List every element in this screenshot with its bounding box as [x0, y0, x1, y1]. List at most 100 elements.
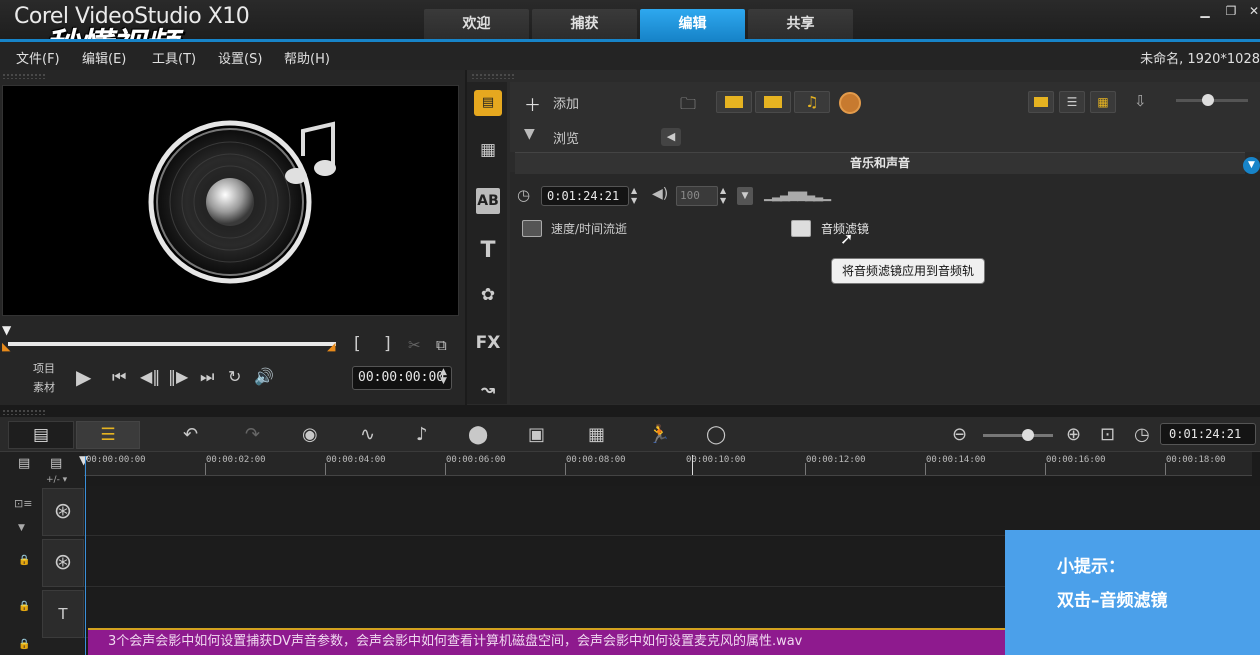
sound-library-icon[interactable]: [839, 92, 861, 114]
collapse-panel-icon[interactable]: ◀: [661, 128, 681, 146]
media-icon[interactable]: ▤: [474, 90, 502, 116]
show-audio-button[interactable]: ♫: [794, 91, 830, 113]
library-grip[interactable]: [471, 73, 515, 79]
volume-icon[interactable]: 🔊: [254, 367, 274, 386]
auto-music-icon[interactable]: ♪: [416, 424, 428, 445]
browse-icon[interactable]: ▼: [524, 126, 535, 142]
timeline-view-icon[interactable]: ☰: [76, 421, 140, 449]
panel-grip[interactable]: [2, 73, 46, 79]
panel-divider[interactable]: [0, 405, 1260, 417]
fade-in-icon[interactable]: ▁▂▃▅: [764, 187, 798, 202]
add-icon[interactable]: ＋: [524, 91, 541, 116]
thumbnail-size-handle[interactable]: [1202, 94, 1214, 106]
timeline-playhead[interactable]: [85, 456, 86, 655]
video-track-icon[interactable]: ⊛: [42, 488, 84, 536]
sort-icon[interactable]: ⇩: [1134, 92, 1147, 110]
player-timecode[interactable]: 00:00:00:00: [352, 366, 452, 390]
video-track[interactable]: [84, 486, 1260, 536]
time-remapping-icon[interactable]: 🏃: [648, 424, 670, 445]
mode-project-label[interactable]: 项目: [33, 360, 55, 376]
undo-icon[interactable]: ↶: [183, 424, 198, 445]
graphic-icon[interactable]: ✿: [474, 285, 502, 311]
close-icon[interactable]: ✕: [1245, 4, 1260, 18]
multi-camera-icon[interactable]: ▦: [588, 424, 605, 445]
volume-field[interactable]: 100: [676, 186, 718, 206]
tab-share[interactable]: 共享: [748, 9, 853, 40]
trim-start-marker[interactable]: ◣: [2, 340, 10, 353]
instant-project-icon[interactable]: ▦: [474, 140, 502, 166]
scrubber-handle[interactable]: ▼: [2, 323, 14, 337]
tab-edit[interactable]: 编辑: [640, 9, 745, 40]
grid-view-icon[interactable]: ▦: [1090, 91, 1116, 113]
zoom-out-icon[interactable]: ⊖: [952, 424, 967, 445]
audio-clip[interactable]: 3个会声会影中如何设置捕获DV声音参数，会声会影中如何查看计算机磁盘空间，会声会…: [88, 628, 1018, 655]
title-track-icon[interactable]: T: [42, 590, 84, 638]
mask-creator-icon[interactable]: ◯: [706, 424, 726, 445]
speed-time-lapse-icon[interactable]: [522, 220, 542, 237]
mark-in-button[interactable]: [: [354, 334, 361, 354]
zoom-in-icon[interactable]: ⊕: [1066, 424, 1081, 445]
previous-frame-icon[interactable]: ◀‖: [140, 367, 160, 386]
track-manager-icon[interactable]: ▤: [18, 456, 30, 471]
trim-end-marker[interactable]: ◢: [327, 340, 335, 353]
show-video-button[interactable]: [716, 91, 752, 113]
mode-clip-label[interactable]: 素材: [33, 379, 55, 395]
overlay-track-icon[interactable]: ⊛: [42, 539, 84, 587]
menu-tools[interactable]: 工具(T): [152, 48, 196, 67]
path-icon[interactable]: ↝: [474, 380, 502, 406]
ripple-editing-icon[interactable]: ⊡≡: [14, 497, 32, 510]
scrub-bar[interactable]: [8, 342, 336, 346]
speed-time-lapse-option[interactable]: 速度/时间流逝: [551, 220, 627, 237]
browse-button[interactable]: 浏览: [553, 128, 579, 147]
repeat-icon[interactable]: ↻: [228, 367, 241, 386]
sound-mixer-icon[interactable]: ∿: [360, 424, 375, 445]
view-thumbnail-button[interactable]: [1028, 91, 1054, 113]
volume-stepper[interactable]: ▲ ▼: [720, 186, 726, 206]
volume-dropdown[interactable]: ▼: [737, 187, 753, 205]
duration-field[interactable]: 0:01:24:21: [541, 186, 629, 206]
storyboard-view-icon[interactable]: ▤: [8, 421, 74, 449]
lock-icon[interactable]: 🔒: [18, 639, 30, 650]
menu-settings[interactable]: 设置(S): [218, 48, 262, 67]
menu-help[interactable]: 帮助(H): [284, 48, 330, 67]
split-clip-icon[interactable]: ✂: [408, 336, 421, 354]
end-icon[interactable]: ⏭: [200, 367, 214, 387]
list-view-icon[interactable]: ☰: [1059, 91, 1085, 113]
enlarge-icon[interactable]: ⧉: [436, 336, 447, 354]
redo-icon[interactable]: ↷: [245, 424, 260, 445]
add-remove-track-icon[interactable]: +/- ▾: [46, 475, 67, 485]
lock-icon[interactable]: 🔒: [18, 601, 30, 612]
restore-icon[interactable]: ❐: [1222, 4, 1240, 18]
timeline-timecode[interactable]: 0:01:24:21: [1160, 423, 1256, 445]
tab-capture[interactable]: 捕获: [532, 9, 637, 40]
motion-tracking-icon[interactable]: ⬤: [468, 424, 488, 445]
folder-icon[interactable]: 🗀: [680, 93, 696, 120]
tab-welcome[interactable]: 欢迎: [424, 9, 529, 40]
lock-icon[interactable]: 🔒: [18, 555, 30, 566]
zoom-slider[interactable]: [983, 434, 1053, 437]
ruler-playhead-marker[interactable]: ▼: [79, 453, 88, 467]
next-frame-icon[interactable]: ‖▶: [168, 367, 188, 386]
menu-edit[interactable]: 编辑(E): [82, 48, 126, 67]
audio-filter-icon[interactable]: [791, 220, 811, 237]
title-icon[interactable]: T: [474, 238, 502, 264]
add-button[interactable]: 添加: [553, 93, 579, 112]
timeline-grip[interactable]: [2, 409, 46, 415]
transition-icon[interactable]: AB: [476, 188, 500, 214]
fit-project-icon[interactable]: ⊡: [1100, 424, 1115, 445]
show-photo-button[interactable]: [755, 91, 791, 113]
menu-file[interactable]: 文件(F): [16, 48, 60, 67]
play-button[interactable]: ▶: [76, 365, 91, 389]
duration-stepper[interactable]: ▲ ▼: [631, 186, 637, 206]
options-panel-icon[interactable]: ▼: [1243, 157, 1260, 174]
zoom-slider-handle[interactable]: [1022, 429, 1034, 441]
ripple-dropdown-icon[interactable]: ▼: [18, 523, 25, 533]
record-capture-icon[interactable]: ◉: [302, 424, 318, 445]
fade-out-icon[interactable]: ▅▃▂▁: [797, 187, 831, 202]
subtitle-editor-icon[interactable]: ▣: [528, 424, 545, 445]
minimize-icon[interactable]: ▁: [1196, 4, 1214, 18]
mark-out-button[interactable]: ]: [384, 334, 391, 354]
chapter-point-icon[interactable]: ▤: [50, 456, 62, 471]
home-icon[interactable]: ⏮: [112, 367, 126, 387]
timecode-stepper[interactable]: ▲ ▼: [440, 368, 447, 386]
